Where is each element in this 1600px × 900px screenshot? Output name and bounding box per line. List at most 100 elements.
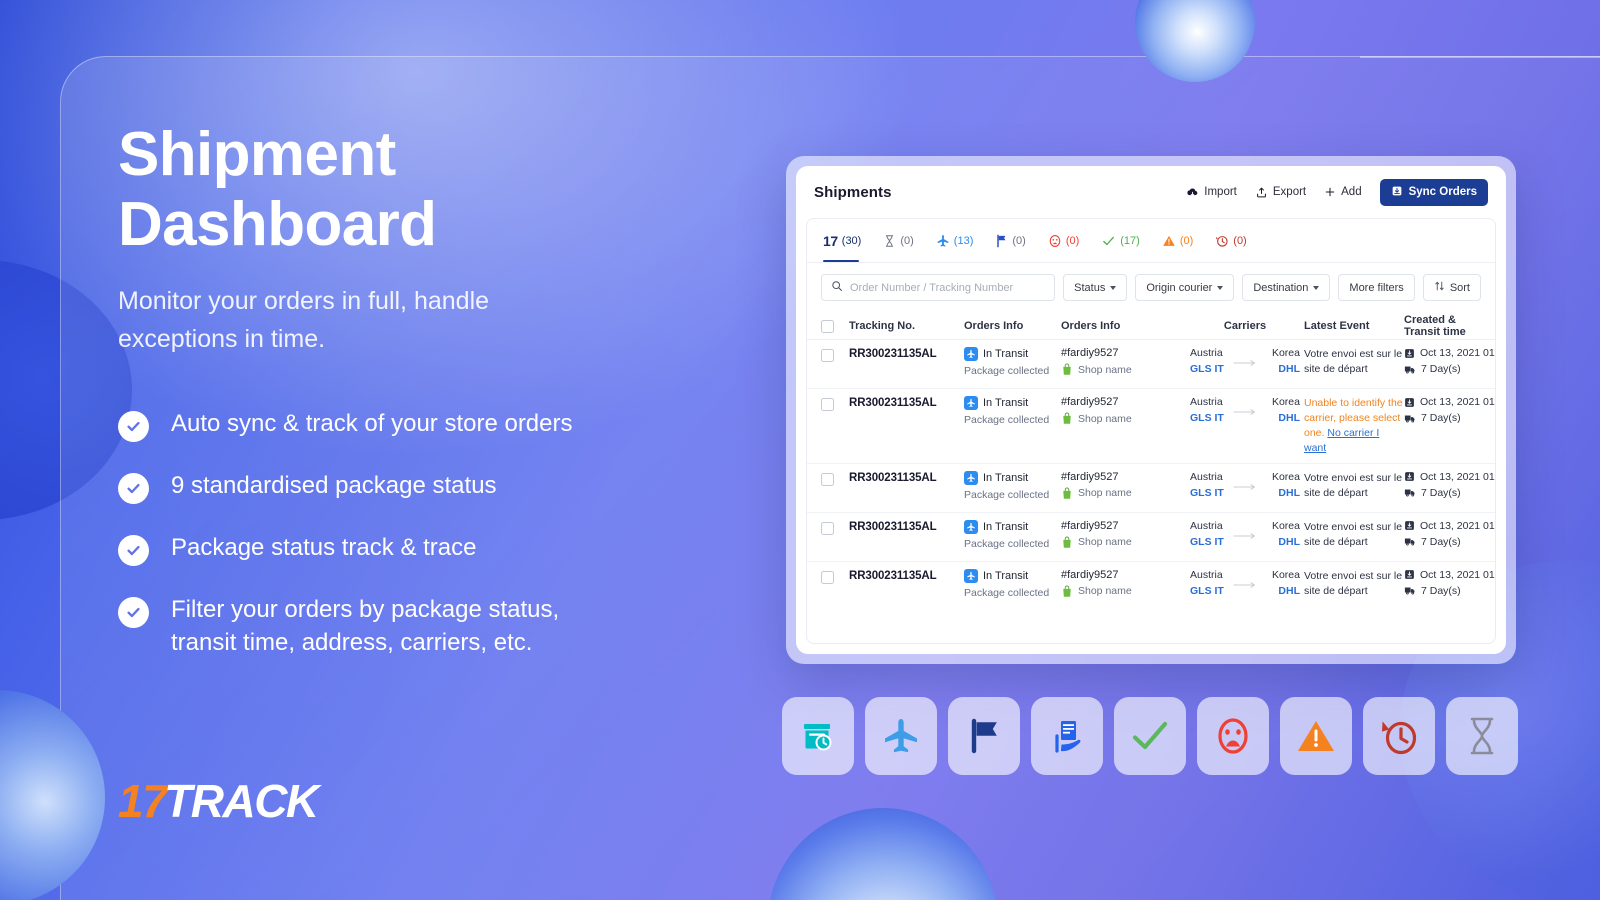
truck-icon (1404, 366, 1415, 374)
status-icon-arrived (948, 697, 1020, 775)
import-button[interactable]: Import (1186, 186, 1237, 199)
upload-icon (1255, 186, 1268, 199)
dashboard-body: 17 (30) (0) (13) (0) (0) (17) (0) (0) Or… (806, 218, 1496, 644)
feature-item: Auto sync & track of your store orders (118, 408, 738, 443)
search-input[interactable] (850, 281, 1046, 294)
dashboard-header: Shipments Import Export Add Sync Orders (796, 166, 1506, 218)
sort-button[interactable]: Sort (1422, 274, 1481, 301)
chevron-down-icon (1313, 285, 1320, 290)
feature-list: Auto sync & track of your store orders 9… (118, 408, 738, 659)
filter-origin-courier[interactable]: Origin courier (1135, 274, 1235, 301)
shop-name-value: Shop name (1078, 487, 1132, 500)
dest-carrier[interactable]: DHL (1278, 536, 1300, 548)
tab-expired[interactable]: (0) (1215, 219, 1256, 262)
cell-status: In Transit Package collected (964, 347, 1061, 377)
plus-icon (1324, 186, 1336, 198)
cell-latest-event: Votre envoi est sur le site de départ (1304, 569, 1404, 599)
tab-delivered[interactable]: (17) (1101, 219, 1150, 262)
warning-icon (1162, 234, 1176, 248)
filter-destination-label: Destination (1253, 281, 1309, 294)
dashboard-title: Shipments (814, 183, 892, 201)
status-icon-strip (782, 697, 1518, 775)
cell-carriers: Austria Korea GLS IT DHL (1186, 347, 1304, 375)
status-sublabel: Package collected (964, 537, 1050, 550)
origin-country: Austria (1190, 519, 1223, 532)
transit-value: 7 Day(s) (1421, 412, 1461, 424)
arrow-right-icon (1233, 581, 1256, 588)
cell-carriers: Austria Korea GLS IT DHL (1186, 569, 1304, 597)
cell-order-info: #fardiy9527 Shop name (1061, 471, 1186, 500)
feature-item: Filter your orders by package status, tr… (118, 594, 738, 659)
row-select-cell (821, 347, 849, 362)
tab-pending[interactable]: (0) (883, 219, 923, 262)
col-orders-info-2: Orders Info (1061, 319, 1121, 332)
origin-carrier[interactable]: GLS IT (1190, 487, 1224, 499)
select-all-checkbox[interactable] (821, 320, 834, 333)
latest-event-value: Votre envoi est sur le site de départ (1304, 569, 1403, 597)
origin-carrier[interactable]: GLS IT (1190, 536, 1224, 548)
sync-orders-button[interactable]: Sync Orders (1379, 178, 1488, 206)
status-icon-package-pending (782, 697, 854, 775)
shop-bag-icon (1061, 412, 1073, 425)
latest-event-value: Votre envoi est sur le site de départ (1304, 471, 1403, 499)
feature-item: Package status track & trace (118, 532, 738, 567)
tab-all[interactable]: 17 (30) (823, 219, 871, 262)
table-row[interactable]: RR300231135AL In Transit Package collect… (807, 340, 1495, 389)
feature-label: Auto sync & track of your store orders (171, 410, 573, 438)
origin-country: Austria (1190, 347, 1223, 359)
hand-package-icon (1055, 721, 1081, 753)
tab-exception[interactable]: (0) (1048, 219, 1089, 262)
tab-alert[interactable]: (0) (1162, 219, 1203, 262)
dest-country: Korea (1271, 347, 1300, 359)
created-value: Oct 13, 2021 01:14 (1420, 519, 1495, 532)
filter-status[interactable]: Status (1063, 274, 1128, 301)
row-checkbox[interactable] (821, 570, 834, 584)
status-icon-in-transit (865, 697, 937, 775)
table-row[interactable]: RR300231135AL In Transit Package collect… (807, 562, 1495, 611)
export-button[interactable]: Export (1255, 186, 1306, 199)
sort-label: Sort (1449, 281, 1470, 294)
row-checkbox[interactable] (821, 398, 834, 411)
origin-carrier[interactable]: GLS IT (1190, 363, 1224, 375)
decorative-orb-left-dark (0, 260, 132, 520)
filter-destination[interactable]: Destination (1242, 274, 1331, 301)
status-icon-pending (1446, 697, 1518, 775)
origin-carrier[interactable]: GLS IT (1190, 412, 1224, 424)
table-row[interactable]: RR300231135AL In Transit Package collect… (807, 389, 1495, 464)
cell-latest-event: Unable to identify the carrier, please s… (1304, 396, 1404, 456)
origin-carrier[interactable]: GLS IT (1190, 585, 1224, 597)
tab-in-transit[interactable]: (13) (936, 219, 984, 262)
select-all-cell (821, 318, 849, 333)
package-pending-icon (804, 724, 832, 751)
tab-arrived[interactable]: (0) (995, 219, 1035, 262)
arrow-right-icon (1233, 532, 1256, 539)
tab-count: (0) (1012, 234, 1026, 247)
check-icon (1132, 721, 1168, 750)
add-button[interactable]: Add (1324, 186, 1362, 198)
table-row[interactable]: RR300231135AL In Transit Package collect… (807, 513, 1495, 562)
dest-carrier[interactable]: DHL (1278, 412, 1300, 424)
cell-tracking-no: RR300231135AL (849, 569, 964, 582)
cell-order-info: #fardiy9527 Shop name (1061, 520, 1186, 549)
search-box[interactable] (821, 274, 1056, 301)
col-tracking-no: Tracking No. (849, 319, 916, 332)
row-checkbox[interactable] (821, 349, 834, 362)
decorative-orb-bottom-center (768, 808, 998, 900)
check-circle-icon (118, 411, 149, 443)
airplane-icon (964, 568, 978, 583)
row-checkbox[interactable] (821, 472, 834, 486)
import-label: Import (1204, 186, 1237, 198)
row-select-cell (821, 569, 849, 584)
filter-bar: Status Origin courier Destination More f… (807, 263, 1495, 312)
order-id-value: #fardiy9527 (1061, 568, 1119, 581)
filter-more[interactable]: More filters (1338, 274, 1415, 301)
dest-carrier[interactable]: DHL (1278, 585, 1300, 597)
airplane-icon (964, 347, 978, 361)
cloud-download-icon (1186, 186, 1199, 199)
row-checkbox[interactable] (821, 521, 834, 535)
dest-carrier[interactable]: DHL (1278, 487, 1300, 499)
dest-carrier[interactable]: DHL (1278, 363, 1300, 375)
status-label: In Transit (983, 520, 1029, 533)
table-row[interactable]: RR300231135AL In Transit Package collect… (807, 464, 1495, 513)
row-select-cell (821, 520, 849, 535)
